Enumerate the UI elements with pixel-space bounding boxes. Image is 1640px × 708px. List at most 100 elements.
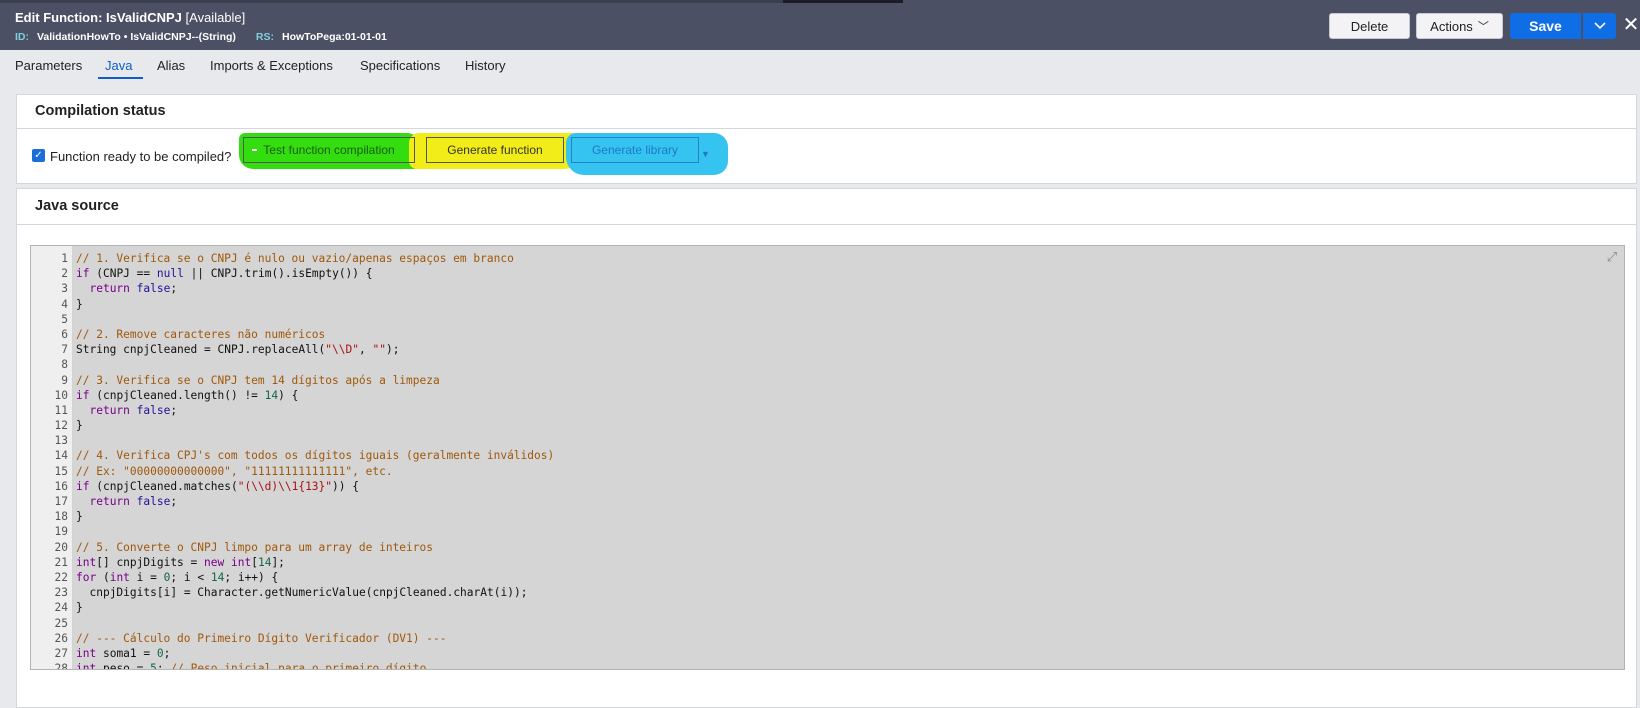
status-badge: [Available] <box>185 10 246 25</box>
top-strip <box>0 0 783 3</box>
chevron-down-icon: ﹀ <box>1477 21 1489 33</box>
line-number: 3 <box>61 282 68 296</box>
code-line: 26 // --- Cálculo do Primeiro Dígito Veri… <box>31 631 1624 646</box>
code-line: 2 if (CNPJ == null || CNPJ.trim().isEmpty… <box>31 266 1624 281</box>
code-line: 21 int[] cnpjDigits = new int[14]; <box>31 555 1624 570</box>
rule-identifiers: ID: ValidationHowTo • IsValidCNPJ--(Strin… <box>15 31 387 43</box>
line-code: for (int i = 0; i < 14; i++) { <box>76 570 279 584</box>
tab-java[interactable]: Java <box>105 58 132 73</box>
test-button-label: Test function compilation <box>263 143 395 157</box>
chevron-down-icon <box>1593 22 1606 30</box>
code-line: 9 // 3. Verifica se o CNPJ tem 14 dígitos… <box>31 373 1624 388</box>
line-number: 27 <box>54 646 68 660</box>
line-number: 28 <box>54 662 68 670</box>
code-line: 10 if (cnpjCleaned.length() != 14) { <box>31 388 1624 403</box>
code-line: 16 if (cnpjCleaned.matches("(\\d)\\1{13}"… <box>31 479 1624 494</box>
vertical-scrollbar[interactable]: ▲ ▼ <box>1624 246 1625 670</box>
line-code: if (cnpjCleaned.matches("(\\d)\\1{13}"))… <box>76 479 359 493</box>
tab-imports-exceptions[interactable]: Imports & Exceptions <box>210 58 333 73</box>
line-code: // Ex: "00000000000000", "11111111111111… <box>76 464 393 478</box>
tab-parameters[interactable]: Parameters <box>15 58 82 73</box>
line-number: 16 <box>54 479 68 493</box>
line-number: 14 <box>54 449 68 463</box>
code-line: 22 for (int i = 0; i < 14; i++) { <box>31 570 1624 585</box>
delete-button[interactable]: Delete <box>1329 13 1410 39</box>
generate-library-label: Generate library <box>591 143 679 157</box>
line-number: 8 <box>61 358 68 372</box>
line-number: 17 <box>54 495 68 508</box>
line-code: // --- Cálculo do Primeiro Dígito Verifi… <box>76 631 447 645</box>
code-line: 8 <box>31 357 1624 372</box>
line-number: 7 <box>61 343 68 357</box>
rule-name: IsValidCNPJ <box>106 10 182 25</box>
id-value: ValidationHowTo • IsValidCNPJ--(String) <box>37 31 236 43</box>
actions-button[interactable]: Actions ﹀ <box>1416 13 1503 39</box>
rs-value: HowToPega:01-01-01 <box>282 31 387 43</box>
line-code: return false; <box>89 403 178 417</box>
line-number: 13 <box>54 434 68 448</box>
save-options-button[interactable] <box>1583 13 1616 39</box>
ready-to-compile-label: Function ready to be compiled? <box>50 149 232 164</box>
edit-label: Edit <box>15 10 40 25</box>
line-code: int soma1 = 0; <box>76 646 171 660</box>
java-source-panel: Java source 1 // 1. Verifica se o CNPJ é … <box>16 188 1637 708</box>
code-line: 3 return false; <box>31 281 1624 296</box>
expand-icon[interactable]: ⤢ <box>1604 249 1620 265</box>
line-number: 22 <box>54 570 68 584</box>
generate-function-button[interactable]: Generate function <box>426 137 564 163</box>
code-line: 5 <box>31 312 1624 327</box>
line-code: // 3. Verifica se o CNPJ tem 14 dígitos … <box>76 373 440 387</box>
compilation-status-title: Compilation status <box>35 103 166 119</box>
line-code: if (cnpjCleaned.length() != 14) { <box>76 388 299 402</box>
tab-specifications[interactable]: Specifications <box>360 58 440 73</box>
line-code: return false; <box>89 282 178 296</box>
java-source-title: Java source <box>35 198 119 214</box>
caret-down-icon[interactable]: ▼ <box>701 149 710 159</box>
page-title: Edit Function: IsValidCNPJ [Available] <box>15 10 245 25</box>
line-number: 18 <box>54 510 68 524</box>
line-number: 21 <box>54 555 68 569</box>
generate-library-button[interactable]: Generate library <box>571 137 699 163</box>
test-function-compilation-button[interactable]: Test function compilation <box>243 137 415 163</box>
line-code: if (CNPJ == null || CNPJ.trim().isEmpty(… <box>76 267 373 281</box>
line-number: 2 <box>61 267 68 281</box>
code-line: 23 cnpjDigits[i] = Character.getNumericV… <box>31 585 1624 600</box>
code-line: 19 <box>31 524 1624 539</box>
line-code: // 2. Remove caracteres não numéricos <box>76 327 326 341</box>
line-number: 25 <box>54 616 68 630</box>
code-line: 11 return false; <box>31 403 1624 418</box>
code-line: 1 // 1. Verifica se o CNPJ é nulo ou vazi… <box>31 251 1624 266</box>
code-line: 27 int soma1 = 0; <box>31 646 1624 661</box>
tab-alias[interactable]: Alias <box>157 58 185 73</box>
top-strip-dark <box>783 0 903 3</box>
tab-history[interactable]: History <box>465 58 505 73</box>
line-number: 26 <box>54 631 68 645</box>
line-number: 9 <box>61 373 68 387</box>
generate-function-label: Generate function <box>447 143 543 157</box>
save-label: Save <box>1529 18 1562 34</box>
line-number: 12 <box>54 419 68 433</box>
close-icon[interactable]: ✕ <box>1622 14 1640 36</box>
line-code: } <box>76 510 83 524</box>
save-button[interactable]: Save <box>1510 13 1581 39</box>
line-number: 6 <box>61 327 68 341</box>
code-line: 12} <box>31 418 1624 433</box>
line-code: String cnpjCleaned = CNPJ.replaceAll("\\… <box>76 343 400 357</box>
actions-label: Actions <box>1430 18 1473 34</box>
ready-to-compile-checkbox[interactable]: ✓ <box>32 149 45 162</box>
line-number: 24 <box>54 601 68 615</box>
line-code: // 4. Verifica CPJ's com todos os dígito… <box>76 449 555 463</box>
line-code: } <box>76 297 83 311</box>
line-number: 1 <box>61 252 68 265</box>
line-code: return false; <box>89 495 178 508</box>
line-code: } <box>76 419 83 433</box>
code-line: 6 // 2. Remove caracteres não numéricos <box>31 327 1624 342</box>
code-line: 13 <box>31 433 1624 448</box>
code-editor[interactable]: 1 // 1. Verifica se o CNPJ é nulo ou vazi… <box>30 245 1625 670</box>
compilation-status-panel: Compilation status ✓ Function ready to b… <box>16 94 1637 184</box>
line-code: int[] cnpjDigits = new int[14]; <box>76 555 285 569</box>
divider <box>17 224 1636 225</box>
rule-tabs: Parameters Java Alias Imports & Exceptio… <box>0 50 1640 80</box>
code-line: 15 // Ex: "00000000000000", "111111111111… <box>31 464 1624 479</box>
line-number: 4 <box>61 297 68 311</box>
